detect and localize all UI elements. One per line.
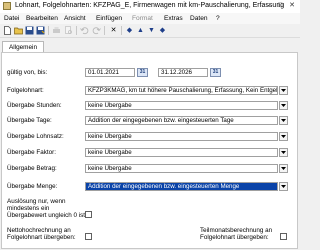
uebergabe-betrag-dropdown-button[interactable]: [279, 164, 288, 173]
save-icon[interactable]: [25, 26, 34, 35]
uebergabe-menge-select[interactable]: Addition der eingegebenen bzw. eingesteu…: [85, 182, 278, 191]
window-title: Lohnart, Folgelohnarten: KFZPAG_E, Firme…: [15, 2, 285, 9]
uebergabe-tage-dropdown-button[interactable]: [279, 116, 288, 125]
chevron-down-icon: [281, 151, 286, 154]
calendar-icon-from[interactable]: 31: [137, 68, 148, 77]
netto-checkbox[interactable]: [85, 233, 92, 240]
uebergabe-betrag-select[interactable]: keine Übergabe: [85, 164, 278, 173]
toolbar: ✕ ◆ ▲ ▼ ◆: [0, 24, 300, 38]
netto-label-line-2: Folgelohnart übergeben:: [7, 234, 76, 241]
menu-datei[interactable]: Datei: [4, 15, 19, 22]
toolbar-separator: [76, 26, 77, 35]
uebergabe-lohnsatz-dropdown-button[interactable]: [279, 132, 288, 141]
minimize-button[interactable]: –: [263, 1, 273, 11]
chevron-down-icon: [281, 135, 286, 138]
app-icon: [3, 2, 11, 10]
calendar-icon-to[interactable]: 31: [210, 68, 221, 77]
menu-extras[interactable]: Extras: [164, 15, 183, 22]
chevron-down-icon: [281, 167, 286, 170]
folgelohnart-label: Folgelohnart:: [7, 87, 44, 94]
uebergabe-faktor-select[interactable]: keine Übergabe: [85, 148, 278, 157]
uebergabe-menge-label: Übergabe Menge:: [7, 183, 58, 190]
folgelohnart-dropdown-button[interactable]: [279, 86, 288, 95]
ausloesung-label-line-1: Auslösung nur, wenn: [7, 198, 66, 205]
teilmonat-checkbox[interactable]: [280, 233, 287, 240]
ausloesung-checkbox[interactable]: [85, 211, 92, 218]
delete-icon[interactable]: ✕: [109, 26, 118, 35]
close-button[interactable]: ✕: [287, 1, 297, 11]
print-preview-icon[interactable]: [64, 26, 73, 35]
teilmonat-label-line-1: Teilmonatsberechnung an: [200, 227, 273, 234]
teilmonat-label-line-2: Folgelohnart übergeben:: [200, 234, 269, 241]
uebergabe-lohnsatz-select[interactable]: keine Übergabe: [85, 132, 278, 141]
uebergabe-faktor-dropdown-button[interactable]: [279, 148, 288, 157]
chevron-down-icon: [281, 119, 286, 122]
arrow-first-icon[interactable]: ◆: [125, 26, 134, 35]
netto-label-line-1: Nettohochrechnung an: [7, 227, 71, 234]
arrow-last-icon[interactable]: ◆: [158, 26, 167, 35]
ausloesung-label-line-3: Übergabewert ungleich 0 ist:: [7, 212, 87, 219]
open-folder-icon[interactable]: [14, 26, 23, 35]
window-controls: – □ ✕: [263, 1, 297, 11]
menu-bar: Datei Bearbeiten Ansicht Einfügen Format…: [0, 13, 300, 24]
arrow-up-icon[interactable]: ▲: [136, 26, 145, 35]
menu-einfuegen[interactable]: Einfügen: [96, 15, 122, 22]
menu-help[interactable]: ?: [216, 15, 220, 22]
print-icon[interactable]: [52, 26, 61, 35]
uebergabe-stunden-select[interactable]: keine Übergabe: [85, 101, 278, 110]
title-bar: Lohnart, Folgelohnarten: KFZPAG_E, Firme…: [0, 0, 300, 14]
menu-format[interactable]: Format: [132, 15, 153, 22]
folgelohnart-field[interactable]: KFZP3KMAG, km tut höhere Pauschalierung,…: [85, 86, 278, 95]
redo-icon[interactable]: [92, 26, 101, 35]
uebergabe-lohnsatz-label: Übergabe Lohnsatz:: [7, 133, 64, 140]
toolbar-separator: [48, 26, 49, 35]
maximize-button[interactable]: □: [275, 1, 285, 11]
uebergabe-stunden-dropdown-button[interactable]: [279, 101, 288, 110]
chevron-down-icon: [281, 89, 286, 92]
uebergabe-faktor-label: Übergabe Faktor:: [7, 149, 57, 156]
toolbar-separator: [121, 26, 122, 35]
uebergabe-tage-select[interactable]: Addition der eingegebenen bzw. eingesteu…: [85, 116, 278, 125]
menu-ansicht[interactable]: Ansicht: [64, 15, 86, 22]
undo-icon[interactable]: [80, 26, 89, 35]
valid-label: gültig von, bis:: [7, 69, 48, 76]
arrow-down-icon[interactable]: ▼: [147, 26, 156, 35]
ausloesung-label-line-2: mindestens ein: [7, 205, 50, 212]
uebergabe-tage-label: Übergabe Tage:: [7, 117, 52, 124]
menu-daten[interactable]: Daten: [190, 15, 208, 22]
new-document-icon[interactable]: [3, 26, 12, 35]
uebergabe-stunden-label: Übergabe Stunden:: [7, 102, 62, 109]
save-as-icon[interactable]: [36, 26, 45, 35]
chevron-down-icon: [281, 185, 286, 188]
uebergabe-betrag-label: Übergabe Betrag:: [7, 165, 57, 172]
valid-from-field[interactable]: 01.01.2021: [85, 68, 135, 77]
form-panel: gültig von, bis: 01.01.2021 31 31.12.202…: [1, 52, 298, 249]
menu-bearbeiten[interactable]: Bearbeiten: [26, 15, 58, 22]
toolbar-separator: [104, 26, 105, 35]
uebergabe-menge-dropdown-button[interactable]: [279, 182, 288, 191]
valid-to-field[interactable]: 31.12.2026: [158, 68, 208, 77]
chevron-down-icon: [281, 104, 286, 107]
